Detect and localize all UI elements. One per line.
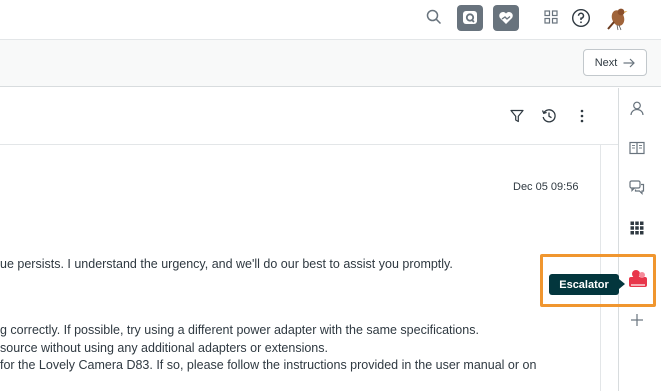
next-button[interactable]: Next <box>583 49 647 76</box>
user-icon[interactable] <box>627 98 647 118</box>
context-panel-sidebar <box>618 88 661 391</box>
knowledge-book-icon[interactable] <box>627 138 647 158</box>
message-line: source without using any additional adap… <box>0 341 328 355</box>
top-bar <box>0 0 661 40</box>
message-line: ue persists. I understand the urgency, a… <box>0 257 453 271</box>
chat-icon[interactable] <box>627 177 647 197</box>
add-icon[interactable] <box>627 310 647 330</box>
help-icon[interactable] <box>570 7 591 28</box>
ticket-toolbar <box>0 40 661 87</box>
apps-icon[interactable] <box>627 218 647 238</box>
product-grid-icon[interactable] <box>542 8 560 26</box>
avatar[interactable] <box>604 4 632 32</box>
app-heart-icon[interactable] <box>493 5 519 31</box>
message-timestamp: Dec 05 09:56 <box>513 181 579 193</box>
arrow-right-icon <box>623 58 636 67</box>
app-q-icon[interactable] <box>457 5 483 31</box>
filter-icon[interactable] <box>507 106 527 126</box>
more-options-icon[interactable] <box>572 106 592 126</box>
escalator-tooltip: Escalator <box>549 274 625 295</box>
search-icon[interactable] <box>424 7 444 27</box>
next-label: Next <box>594 56 618 69</box>
history-icon[interactable] <box>539 106 559 126</box>
message-line: for the Lovely Camera D83. If so, please… <box>0 358 537 372</box>
conversation-header <box>0 88 618 145</box>
message-line: g correctly. If possible, try using a di… <box>0 323 479 337</box>
